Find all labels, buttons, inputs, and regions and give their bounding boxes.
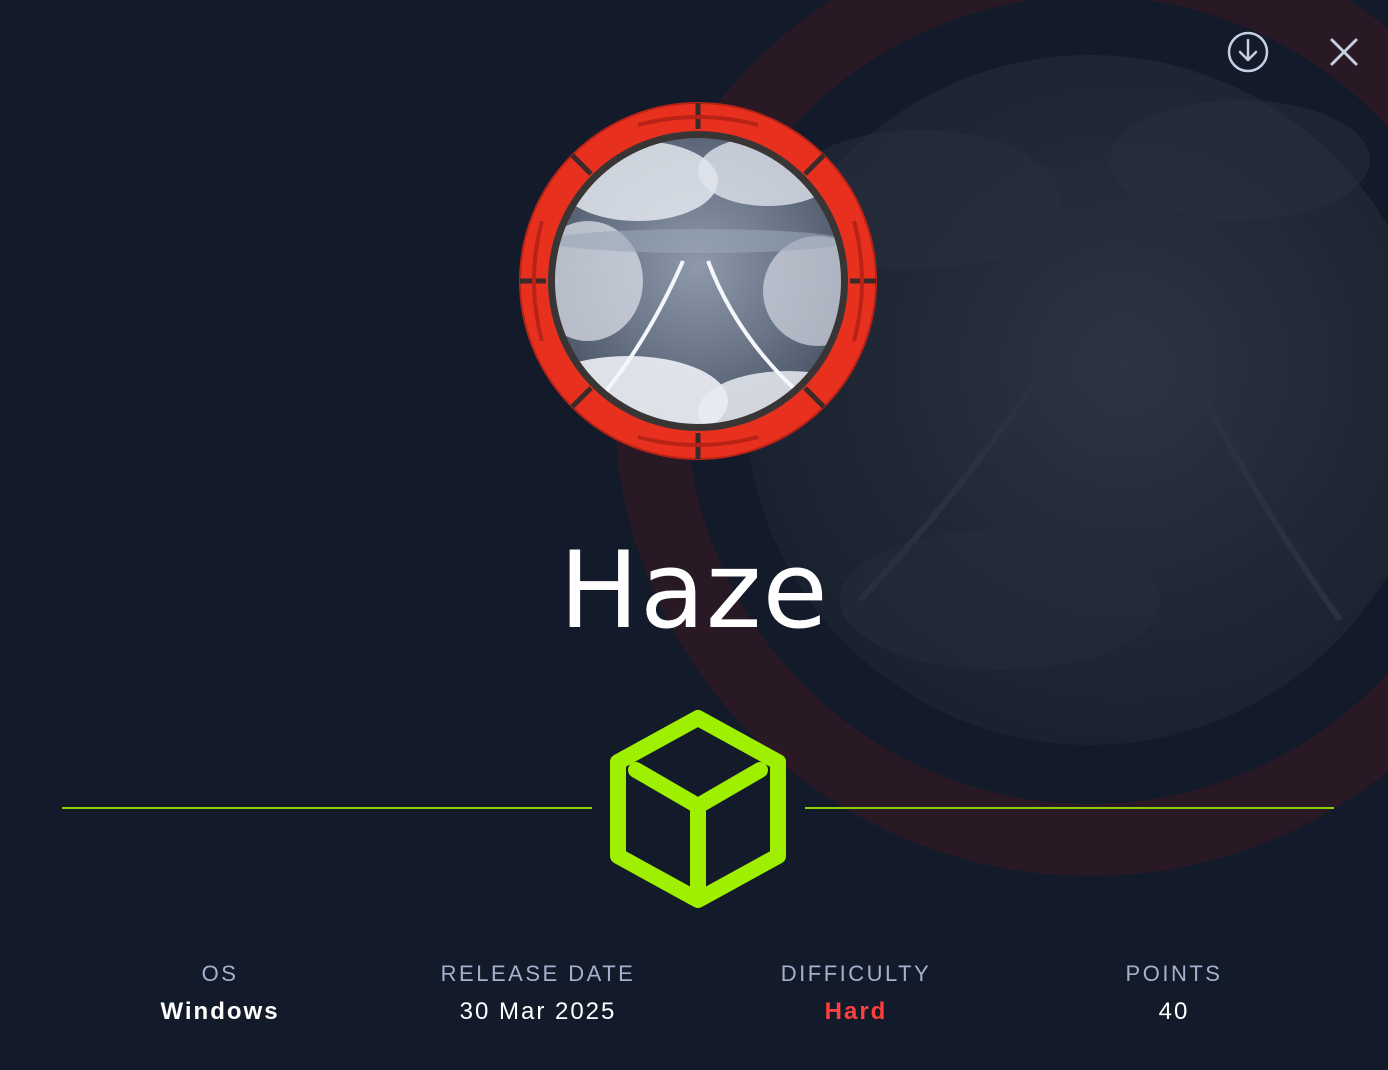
machine-avatar — [519, 102, 877, 460]
divider-right — [805, 807, 1334, 809]
stat-points-label: POINTS — [1125, 961, 1223, 986]
machine-card: Haze OS Windows RELEASE DATE 30 Mar 2025… — [0, 0, 1388, 1070]
stat-difficulty-value: Hard — [824, 998, 888, 1025]
stat-release-date-label: RELEASE DATE — [440, 961, 636, 986]
machine-name: Haze — [559, 529, 829, 652]
stats-row: OS Windows RELEASE DATE 30 Mar 2025 DIFF… — [0, 958, 1388, 1038]
stat-difficulty-label: DIFFICULTY — [780, 961, 932, 986]
cube-icon — [610, 710, 786, 908]
stat-release-date-value: 30 Mar 2025 — [459, 998, 617, 1025]
stat-difficulty: DIFFICULTY Hard — [706, 958, 1006, 1032]
stat-os-value: Windows — [160, 998, 280, 1025]
download-button[interactable] — [1220, 24, 1276, 80]
close-button[interactable] — [1316, 24, 1372, 80]
stat-points: POINTS 40 — [1024, 958, 1324, 1032]
stat-release-date: RELEASE DATE 30 Mar 2025 — [388, 958, 688, 1032]
stat-os-label: OS — [201, 961, 239, 986]
close-icon — [1330, 38, 1358, 66]
divider-left — [62, 807, 592, 809]
download-icon — [1227, 31, 1269, 73]
stat-points-value: 40 — [1158, 998, 1190, 1025]
stat-os: OS Windows — [70, 958, 370, 1032]
